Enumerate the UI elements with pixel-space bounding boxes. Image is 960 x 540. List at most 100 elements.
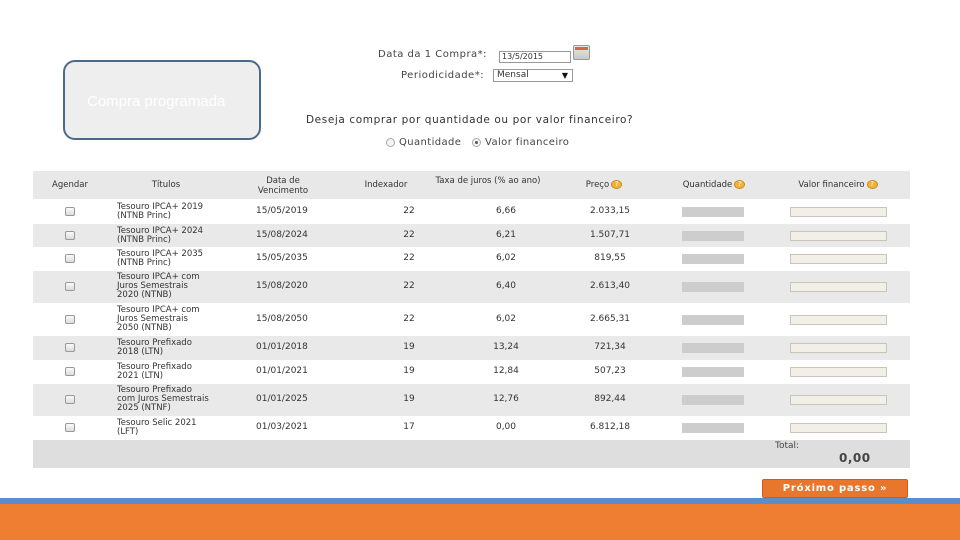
- table-row: Tesouro Prefixado 2018 (LTN) 01/01/2018 19 1…: [33, 336, 910, 360]
- price: 2.613,40: [589, 281, 631, 291]
- schedule-checkbox[interactable]: [65, 423, 75, 432]
- indexer: 22: [403, 253, 415, 263]
- maturity-date: 15/08/2050: [256, 314, 308, 324]
- radio-financial[interactable]: [472, 138, 481, 147]
- interest-rate: 6,21: [495, 230, 517, 240]
- interest-rate: 12,76: [493, 394, 519, 404]
- help-icon[interactable]: ?: [734, 180, 746, 189]
- financial-value-input[interactable]: [790, 395, 887, 405]
- indexer: 22: [403, 314, 415, 324]
- radio-financial-option[interactable]: Valor financeiro: [472, 137, 569, 148]
- next-step-button[interactable]: Próximo passo »: [762, 479, 908, 498]
- total-value: 0,00: [839, 451, 871, 465]
- bond-title: Tesouro IPCA+ com Juros Semestrais 2020 (N…: [117, 273, 200, 300]
- header-price: Preço: [585, 180, 610, 190]
- quantity-input[interactable]: [682, 367, 744, 377]
- indexer: 19: [403, 366, 415, 376]
- radio-quantity-option[interactable]: Quantidade: [386, 137, 461, 148]
- bond-title-line: 2020 (NTNB): [117, 290, 172, 300]
- schedule-checkbox[interactable]: [65, 315, 75, 324]
- interest-rate: 0,00: [495, 422, 517, 432]
- schedule-checkbox[interactable]: [65, 367, 75, 376]
- financial-value-input[interactable]: [790, 231, 887, 241]
- bond-title-line: 2018 (LTN): [117, 347, 164, 357]
- bond-title-line: 2025 (NTNF): [117, 403, 171, 413]
- schedule-checkbox[interactable]: [65, 254, 75, 263]
- footer-orange-band: [0, 504, 960, 540]
- quantity-input[interactable]: [682, 207, 744, 217]
- maturity-date: 01/01/2018: [256, 342, 308, 352]
- total-label: Total:: [775, 441, 800, 451]
- header-financial-wrap: Valor financeiro?: [783, 180, 893, 190]
- schedule-checkbox[interactable]: [65, 282, 75, 291]
- bond-title: Tesouro Selic 2021 (LFT): [117, 419, 197, 437]
- bond-title: Tesouro IPCA+ 2035 (NTNB Princ): [117, 250, 203, 268]
- indexer: 17: [403, 422, 415, 432]
- header-schedule: Agendar: [52, 180, 88, 190]
- price: 819,55: [594, 253, 626, 263]
- price: 1.507,71: [589, 230, 631, 240]
- calendar-icon[interactable]: [573, 45, 590, 60]
- table-row: Tesouro IPCA+ 2019 (NTNB Princ) 15/05/2019…: [33, 199, 910, 224]
- periodicity-select[interactable]: Mensal ▼: [493, 69, 573, 82]
- radio-quantity-label: Quantidade: [399, 137, 462, 148]
- price: 892,44: [594, 394, 626, 404]
- help-icon[interactable]: ?: [866, 180, 878, 189]
- maturity-date: 01/01/2021: [256, 366, 308, 376]
- quantity-input[interactable]: [682, 395, 744, 405]
- bond-title: Tesouro Prefixado com Juros Semestrais 202…: [117, 386, 209, 413]
- financial-value-input[interactable]: [790, 423, 887, 433]
- bond-title-line: (NTNB Princ): [117, 211, 171, 221]
- bond-title: Tesouro Prefixado 2021 (LTN): [117, 363, 192, 381]
- bond-title-line: (NTNB Princ): [117, 258, 171, 268]
- help-icon[interactable]: ?: [611, 180, 623, 189]
- quantity-input[interactable]: [682, 315, 744, 325]
- indexer: 22: [403, 281, 415, 291]
- financial-value-input[interactable]: [790, 254, 887, 264]
- schedule-checkbox[interactable]: [65, 207, 75, 216]
- financial-value-input[interactable]: [790, 282, 887, 292]
- maturity-date: 01/03/2021: [256, 422, 308, 432]
- quantity-input[interactable]: [682, 343, 744, 353]
- financial-value-input[interactable]: [790, 207, 887, 217]
- quantity-input[interactable]: [682, 231, 744, 241]
- schedule-checkbox[interactable]: [65, 343, 75, 352]
- purchase-mode-question: Deseja comprar por quantidade ou por val…: [306, 114, 634, 126]
- quantity-input[interactable]: [682, 423, 744, 433]
- header-maturity: Data de Vencimento: [257, 176, 309, 196]
- schedule-checkbox[interactable]: [65, 231, 75, 240]
- bond-title-line: (LFT): [117, 427, 139, 437]
- interest-rate: 6,02: [495, 314, 517, 324]
- header-index: Indexador: [364, 180, 408, 190]
- header-quantity: Quantidade: [682, 180, 733, 190]
- table-body: Tesouro IPCA+ 2019 (NTNB Princ) 15/05/2019…: [33, 199, 910, 440]
- indexer: 22: [403, 230, 415, 240]
- price: 507,23: [594, 366, 626, 376]
- radio-quantity[interactable]: [386, 138, 395, 147]
- bonds-table: Agendar Títulos Data de Vencimento Index…: [33, 171, 910, 468]
- interest-rate: 12,84: [493, 366, 519, 376]
- maturity-date: 15/08/2020: [256, 281, 308, 291]
- table-header: Agendar Títulos Data de Vencimento Index…: [33, 171, 910, 199]
- interest-rate: 13,24: [493, 342, 519, 352]
- quantity-input[interactable]: [682, 282, 744, 292]
- bond-title-line: 2050 (NTNB): [117, 323, 172, 333]
- first-purchase-label: Data da 1 Compra*:: [378, 49, 488, 60]
- interest-rate: 6,40: [495, 281, 517, 291]
- table-row: Tesouro IPCA+ 2024 (NTNB Princ) 15/08/2024…: [33, 224, 910, 247]
- schedule-checkbox[interactable]: [65, 395, 75, 404]
- header-quantity-wrap: Quantidade?: [669, 180, 759, 190]
- maturity-date: 15/05/2035: [256, 253, 308, 263]
- callout-box: Compra programada: [63, 60, 261, 140]
- financial-value-input[interactable]: [790, 343, 887, 353]
- bond-title-line: (NTNB Princ): [117, 235, 171, 245]
- indexer: 19: [403, 342, 415, 352]
- price: 2.033,15: [589, 206, 631, 216]
- radio-financial-label: Valor financeiro: [485, 137, 570, 148]
- table-total-row: Total: 0,00: [33, 440, 910, 468]
- quantity-input[interactable]: [682, 254, 744, 264]
- financial-value-input[interactable]: [790, 315, 887, 325]
- header-price-wrap: Preço?: [569, 180, 639, 190]
- financial-value-input[interactable]: [790, 367, 887, 377]
- first-purchase-date-input[interactable]: 13/5/2015: [499, 51, 571, 63]
